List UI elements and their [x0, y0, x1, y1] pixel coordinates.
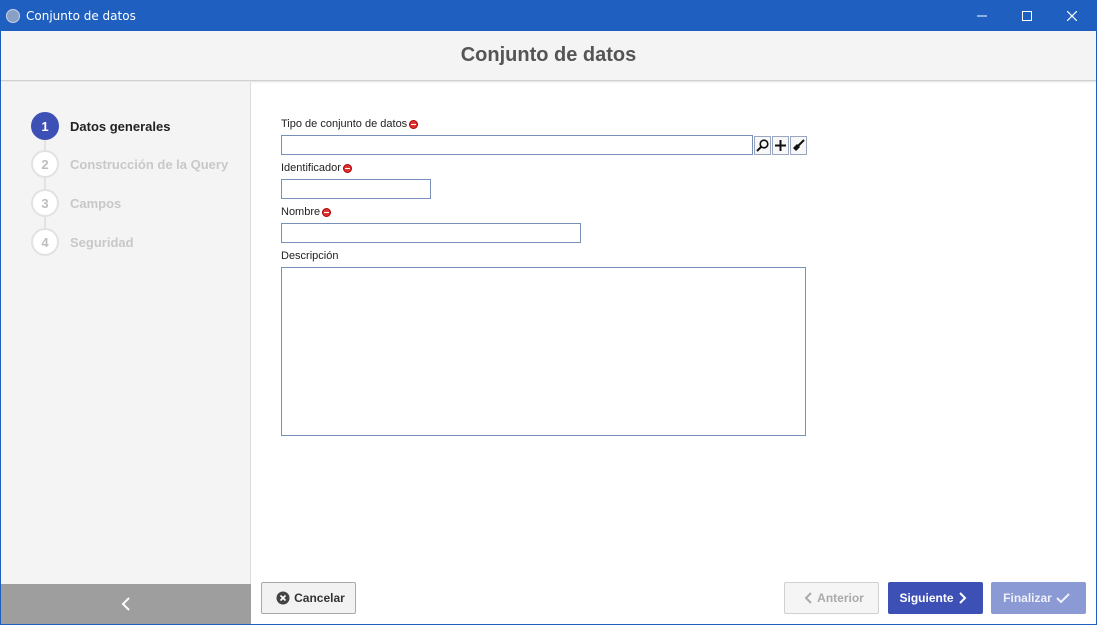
- wizard-step-query-construction[interactable]: 2 Construcción de la Query: [31, 150, 229, 178]
- identifier-field[interactable]: [281, 179, 431, 199]
- previous-button-label: Anterior: [817, 591, 864, 605]
- finish-button-label: Finalizar: [1003, 591, 1052, 605]
- required-icon: [322, 207, 332, 217]
- name-label-text: Nombre: [281, 206, 321, 218]
- identifier-label: Identificador: [281, 162, 352, 174]
- checkmark-icon: [1056, 593, 1070, 604]
- step-number: 4: [31, 228, 59, 256]
- plus-icon: [775, 140, 786, 151]
- wizard-step-fields[interactable]: 3 Campos: [31, 189, 122, 217]
- step-number: 1: [31, 112, 59, 140]
- wizard-step-security[interactable]: 4 Seguridad: [31, 228, 134, 256]
- page-header: Conjunto de datos: [1, 31, 1096, 81]
- eraser-icon: [793, 139, 805, 151]
- step-label: Campos: [70, 195, 122, 211]
- collapse-sidebar-button[interactable]: [1, 584, 251, 624]
- dataset-type-label-text: Tipo de conjunto de datos: [281, 118, 408, 130]
- next-button-label: Siguiente: [899, 591, 954, 605]
- cancel-button[interactable]: Cancelar: [261, 582, 356, 614]
- description-label: Descripción: [281, 250, 338, 262]
- dataset-type-label: Tipo de conjunto de datos: [281, 118, 419, 130]
- clear-button[interactable]: [790, 136, 807, 155]
- step-label: Seguridad: [70, 234, 134, 250]
- step-label: Datos generales: [70, 118, 171, 134]
- search-icon: [756, 139, 769, 152]
- page-title: Conjunto de datos: [460, 44, 637, 66]
- close-icon: [1067, 10, 1077, 21]
- description-field[interactable]: [281, 267, 806, 436]
- maximize-button[interactable]: [1004, 0, 1050, 31]
- cancel-button-label: Cancelar: [294, 591, 345, 605]
- description-label-text: Descripción: [281, 250, 339, 262]
- finish-button[interactable]: Finalizar: [991, 582, 1086, 614]
- identifier-label-text: Identificador: [281, 162, 341, 174]
- step-number: 3: [31, 189, 59, 217]
- wizard-step-general-data[interactable]: 1 Datos generales: [31, 112, 171, 140]
- window-title: Conjunto de datos: [26, 8, 136, 23]
- name-label: Nombre: [281, 206, 332, 218]
- minimize-icon: [977, 15, 987, 16]
- app-icon: [6, 8, 20, 23]
- required-icon: [409, 119, 419, 129]
- chevron-right-icon: [958, 592, 966, 604]
- maximize-icon: [1022, 10, 1032, 21]
- window-titlebar: Conjunto de datos: [0, 0, 1097, 31]
- cancel-icon: [276, 591, 290, 605]
- dataset-type-field[interactable]: [281, 135, 753, 155]
- step-label: Construcción de la Query: [70, 156, 229, 172]
- step-number: 2: [31, 150, 59, 178]
- chevron-left-icon: [121, 597, 130, 611]
- previous-button[interactable]: Anterior: [784, 582, 879, 614]
- close-button[interactable]: [1049, 0, 1095, 31]
- minimize-button[interactable]: [959, 0, 1005, 31]
- search-button[interactable]: [754, 136, 771, 155]
- required-icon: [342, 163, 352, 173]
- name-field[interactable]: [281, 223, 581, 243]
- next-button[interactable]: Siguiente: [888, 582, 983, 614]
- chevron-left-icon: [804, 592, 812, 604]
- add-button[interactable]: [772, 136, 789, 155]
